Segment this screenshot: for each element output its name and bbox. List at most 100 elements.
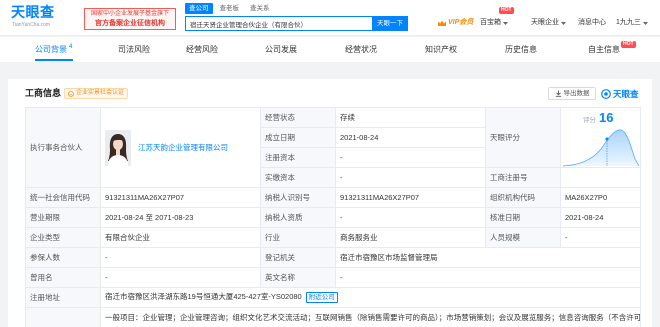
label-taxpayer-qualification: 纳税人资质	[260, 207, 336, 228]
business-info-table: 执行事务合伙人 江苏天韵企业管理有限公司 经营状态 存续 天眼评分 评分 16 …	[25, 107, 641, 327]
caret-down-icon	[642, 21, 648, 25]
company-nav-bar: 公司背景 4 司法风险 经营风险 公司发展 经营状况 知识产权 历史信息 自主信息…	[0, 37, 660, 62]
info-row: 曾用名 - 英文名称 -	[25, 267, 641, 288]
label-former-name: 曾用名	[25, 267, 101, 288]
hot-badge: HOT	[499, 7, 514, 14]
tab-intellectual-property[interactable]: 知识产权	[425, 37, 457, 62]
value-former-name: -	[100, 267, 261, 288]
value-business-term: 2021-08-24 至 2071-08-23	[100, 207, 261, 228]
label-paid-capital: 实缴资本	[260, 167, 336, 188]
value-insured-count: -	[100, 247, 261, 268]
tab-company-development[interactable]: 公司发展	[265, 37, 297, 62]
value-registered-address: 宿迁市宿豫区洪泽湖东路19号恒通大厦425-427室-YS02080	[105, 292, 302, 301]
brand-label: 天眼查	[613, 88, 639, 99]
search-tab-relation[interactable]: 查关系	[246, 3, 274, 14]
search-button[interactable]: 天眼一下	[372, 16, 408, 31]
toolbox-label: 百宝箱	[480, 19, 501, 26]
value-credit-code: 91321311MA26X27P07	[100, 187, 261, 208]
value-approval-date: 2021-08-24	[560, 207, 641, 228]
user-menu[interactable]: 1九九三	[616, 17, 648, 29]
score-value: 16	[599, 109, 614, 125]
toolbox-menu[interactable]: 百宝箱	[480, 17, 508, 29]
value-staff-size: -	[560, 227, 641, 248]
label-approval-date: 核准日期	[485, 207, 561, 228]
label-credit-code: 统一社会信用代码	[25, 187, 101, 208]
search-tab-company[interactable]: 查公司	[185, 3, 213, 14]
tab-history[interactable]: 历史信息	[505, 37, 537, 62]
score-curve-fill	[563, 129, 639, 166]
tianyan-score-cell[interactable]: 评分 16	[560, 107, 641, 168]
partner-company-link[interactable]: 江苏天韵企业管理有限公司	[138, 143, 228, 153]
value-industry: 商务服务业	[335, 227, 486, 248]
info-row: 注册地址 宿迁市宿豫区洪泽湖东路19号恒通大厦425-427室-YS02080 附…	[25, 287, 641, 308]
tab-label: 公司背景	[35, 45, 67, 54]
label-registration-number: 工商注册号	[485, 167, 561, 188]
label-registered-capital: 注册资本	[260, 147, 336, 168]
brand-watermark: 天眼查	[601, 87, 639, 100]
search-input[interactable]	[185, 16, 373, 31]
label-founded: 成立日期	[260, 127, 336, 148]
message-center-link[interactable]: 消息中心	[578, 17, 606, 29]
info-row: 营业期限 2021-08-24 至 2071-08-23 纳税人资质 - 核准日…	[25, 207, 641, 228]
business-info-card: 工商信息 企业实景社会认证 导出数据 天眼查 执行事务合伙人 江苏天韵企业管理有…	[8, 79, 652, 327]
label-registration-authority: 登记机关	[260, 247, 336, 268]
banner-line-2: 官方备案企业征信机构	[95, 20, 165, 27]
info-row: 统一社会信用代码 91321311MA26X27P07 纳税人识别号 91321…	[25, 187, 641, 208]
value-registration-authority: 宿迁市宿豫区市场监督管理局	[335, 247, 641, 268]
caret-down-icon	[561, 21, 566, 25]
enterprise-menu[interactable]: 天眼企业	[531, 17, 566, 29]
info-row: 执行事务合伙人 江苏天韵企业管理有限公司 经营状态 存续 天眼评分 评分 16	[25, 107, 641, 188]
info-row: 企业类型 有限合伙企业 行业 商务服务业 人员规模 -	[25, 227, 641, 248]
tab-operating-risk[interactable]: 经营风险	[186, 37, 218, 62]
caret-down-icon	[503, 21, 508, 25]
smile-badge-icon	[68, 90, 74, 97]
certification-label: 企业实景社会认证	[76, 90, 125, 96]
tab-judicial-risk[interactable]: 司法风险	[118, 37, 150, 62]
tab-operating-status[interactable]: 经营状况	[345, 37, 377, 62]
vip-menu[interactable]: VIP会员	[438, 17, 473, 29]
credit-agency-banner[interactable]: 国家中小企业发展子基金旗下 官方备案企业征信机构	[84, 8, 176, 30]
score-widget: 评分 16	[562, 109, 640, 167]
nearby-companies-button[interactable]: 附近公司	[305, 292, 338, 303]
search-tab-boss[interactable]: 查老板	[216, 3, 244, 14]
label-industry: 行业	[260, 227, 336, 248]
value-status: 存续	[335, 107, 486, 128]
section-title: 工商信息	[25, 88, 62, 98]
certification-badge[interactable]: 企业实景社会认证	[64, 88, 129, 99]
export-data-button[interactable]: 导出数据	[548, 87, 596, 100]
site-logo[interactable]: 天眼查	[11, 4, 55, 20]
label-org-code: 组织机构代码	[485, 187, 561, 208]
value-tax-id: 91321311MA26X27P07	[335, 187, 486, 208]
executive-partner-cell: 江苏天韵企业管理有限公司	[100, 107, 261, 188]
enterprise-label: 天眼企业	[531, 19, 559, 26]
eye-icon	[601, 88, 611, 99]
label-executive-partner: 执行事务合伙人	[25, 107, 101, 188]
tab-self-info[interactable]: 自主信息	[588, 37, 620, 62]
message-center-label: 消息中心	[578, 19, 606, 26]
score-marker-dot	[605, 137, 609, 140]
label-staff-size: 人员规模	[485, 227, 561, 248]
download-icon	[555, 90, 561, 97]
crown-icon	[438, 20, 446, 26]
value-english-name: -	[335, 267, 641, 288]
banner-line-1: 国家中小企业发展子基金旗下	[90, 11, 169, 17]
score-chart	[562, 129, 640, 166]
registered-address-cell: 宿迁市宿豫区洪泽湖东路19号恒通大厦425-427室-YS02080 附近公司	[100, 287, 641, 308]
info-row: 参保人数 - 登记机关 宿迁市宿豫区市场监督管理局	[25, 247, 641, 268]
label-tianyan-score: 天眼评分	[485, 107, 561, 168]
label-insured-count: 参保人数	[25, 247, 101, 268]
executive-partner: 江苏天韵企业管理有限公司	[105, 129, 256, 166]
value-paid-capital: -	[335, 167, 486, 188]
value-registration-number	[560, 167, 641, 188]
vip-label: VIP会员	[448, 19, 474, 26]
value-registered-capital: -	[335, 147, 486, 168]
active-tab-indicator	[35, 59, 73, 61]
user-name: 1九九三	[616, 19, 641, 26]
value-org-code: MA26X27P0	[560, 187, 641, 208]
export-label: 导出数据	[563, 90, 590, 97]
label-tax-id: 纳税人识别号	[260, 187, 336, 208]
label-english-name: 英文名称	[260, 267, 336, 288]
partner-avatar[interactable]	[105, 129, 131, 166]
label-company-type: 企业类型	[25, 227, 101, 248]
label-business-term: 营业期限	[25, 207, 101, 228]
